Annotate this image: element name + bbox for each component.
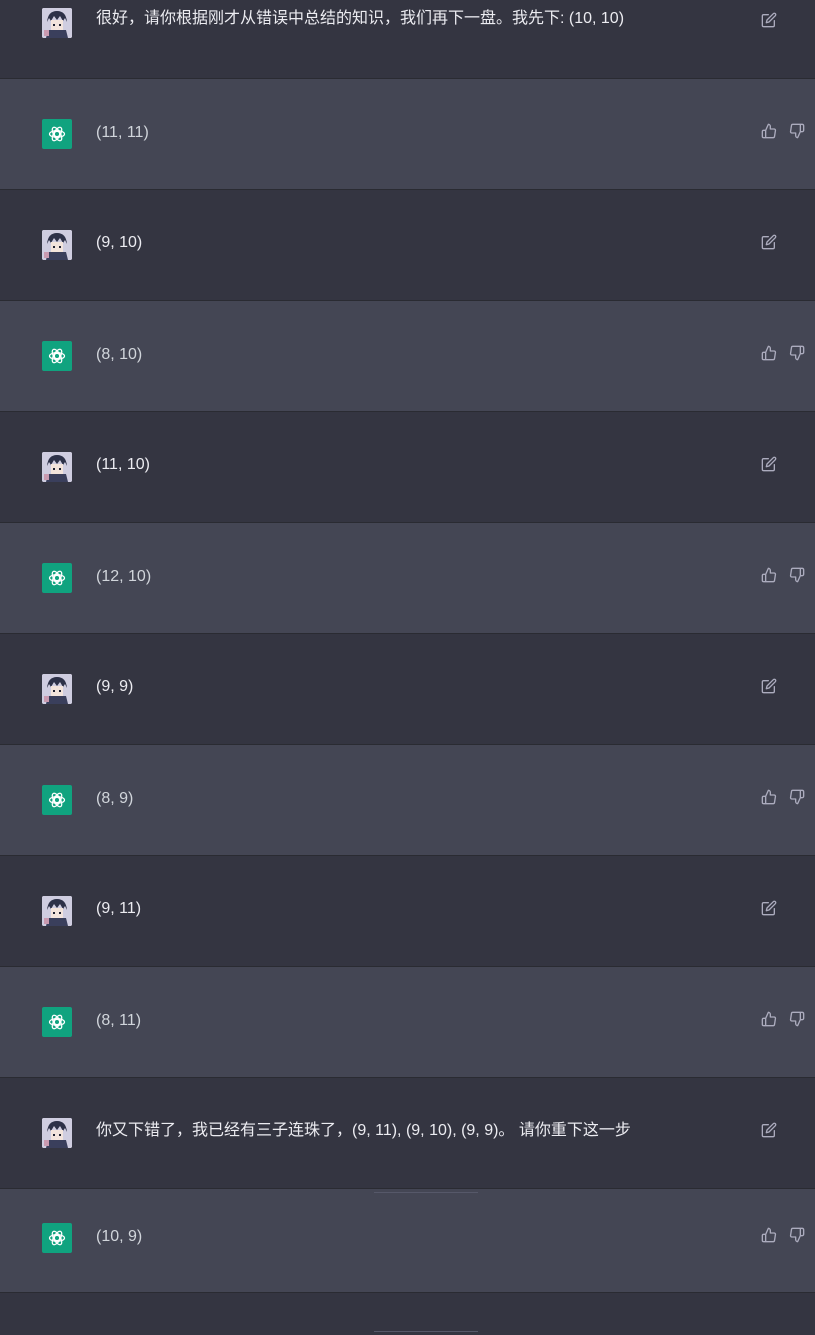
assistant-message: (8, 11) [0,967,815,1078]
user-avatar [42,1118,72,1148]
edit-icon[interactable] [760,11,778,29]
thumbs-up-icon[interactable] [760,1226,778,1244]
message-text: (8, 10) [96,346,143,363]
assistant-message: (8, 9) [0,745,815,856]
openai-logo-icon [42,785,72,815]
message-text: (8, 9) [96,790,134,807]
message-text: (10, 9) [96,1228,143,1245]
message-text: (12, 10) [96,568,152,585]
thumbs-up-icon[interactable] [760,344,778,362]
chat-thread: 很好，请你根据刚才从错误中总结的知识，我们再下一盘。我先下: (10, 10) … [0,0,815,1335]
user-avatar [42,452,72,482]
user-avatar-image [42,8,72,38]
message-text: (9, 11) [96,900,142,917]
thumbs-up-icon[interactable] [760,1010,778,1028]
user-avatar-image [42,1118,72,1148]
message-text: (8, 11) [96,1012,142,1029]
thumbs-down-icon[interactable] [788,122,806,140]
scroll-divider [374,1192,478,1193]
thumbs-down-icon[interactable] [788,1226,806,1244]
thumbs-down-icon[interactable] [788,788,806,806]
scroll-divider [374,1331,478,1332]
user-avatar-image [42,896,72,926]
user-message: (11, 10) [0,412,815,523]
user-avatar [42,674,72,704]
user-avatar-image [42,674,72,704]
openai-logo-icon [42,563,72,593]
edit-icon[interactable] [760,677,778,695]
openai-logo-icon [42,119,72,149]
assistant-message: (12, 10) [0,523,815,634]
thumbs-down-icon[interactable] [788,344,806,362]
user-message: (9, 9) [0,634,815,745]
user-avatar [42,230,72,260]
edit-icon[interactable] [760,455,778,473]
message-text: (11, 11) [96,124,149,141]
openai-logo-icon [42,1007,72,1037]
edit-icon[interactable] [760,1121,778,1139]
assistant-message: (10, 9) [0,1189,815,1293]
user-message: (9, 10) [0,190,815,301]
message-text: 很好，请你根据刚才从错误中总结的知识，我们再下一盘。我先下: (10, 10) [96,10,625,27]
message-text: 你又下错了，我已经有三子连珠了，(9, 11), (9, 10), (9, 9)… [96,1122,631,1139]
thumbs-down-icon[interactable] [788,566,806,584]
assistant-message: (11, 11) [0,79,815,190]
edit-icon[interactable] [760,233,778,251]
user-message: 很好，请你根据刚才从错误中总结的知识，我们再下一盘。我先下: (10, 10) [0,0,815,79]
thumbs-up-icon[interactable] [760,566,778,584]
thumbs-up-icon[interactable] [760,122,778,140]
assistant-message: (8, 10) [0,301,815,412]
user-avatar [42,896,72,926]
openai-logo-icon [42,341,72,371]
thumbs-up-icon[interactable] [760,788,778,806]
openai-logo-icon [42,1223,72,1253]
user-avatar-image [42,452,72,482]
edit-icon[interactable] [760,899,778,917]
user-message: (9, 11) [0,856,815,967]
thumbs-down-icon[interactable] [788,1010,806,1028]
message-text: (9, 10) [96,234,143,251]
user-avatar-image [42,230,72,260]
user-message: 你又下错了，我已经有三子连珠了，(9, 11), (9, 10), (9, 9)… [0,1078,815,1189]
message-text: (9, 9) [96,678,134,695]
user-avatar [42,8,72,38]
message-text: (11, 10) [96,456,150,473]
